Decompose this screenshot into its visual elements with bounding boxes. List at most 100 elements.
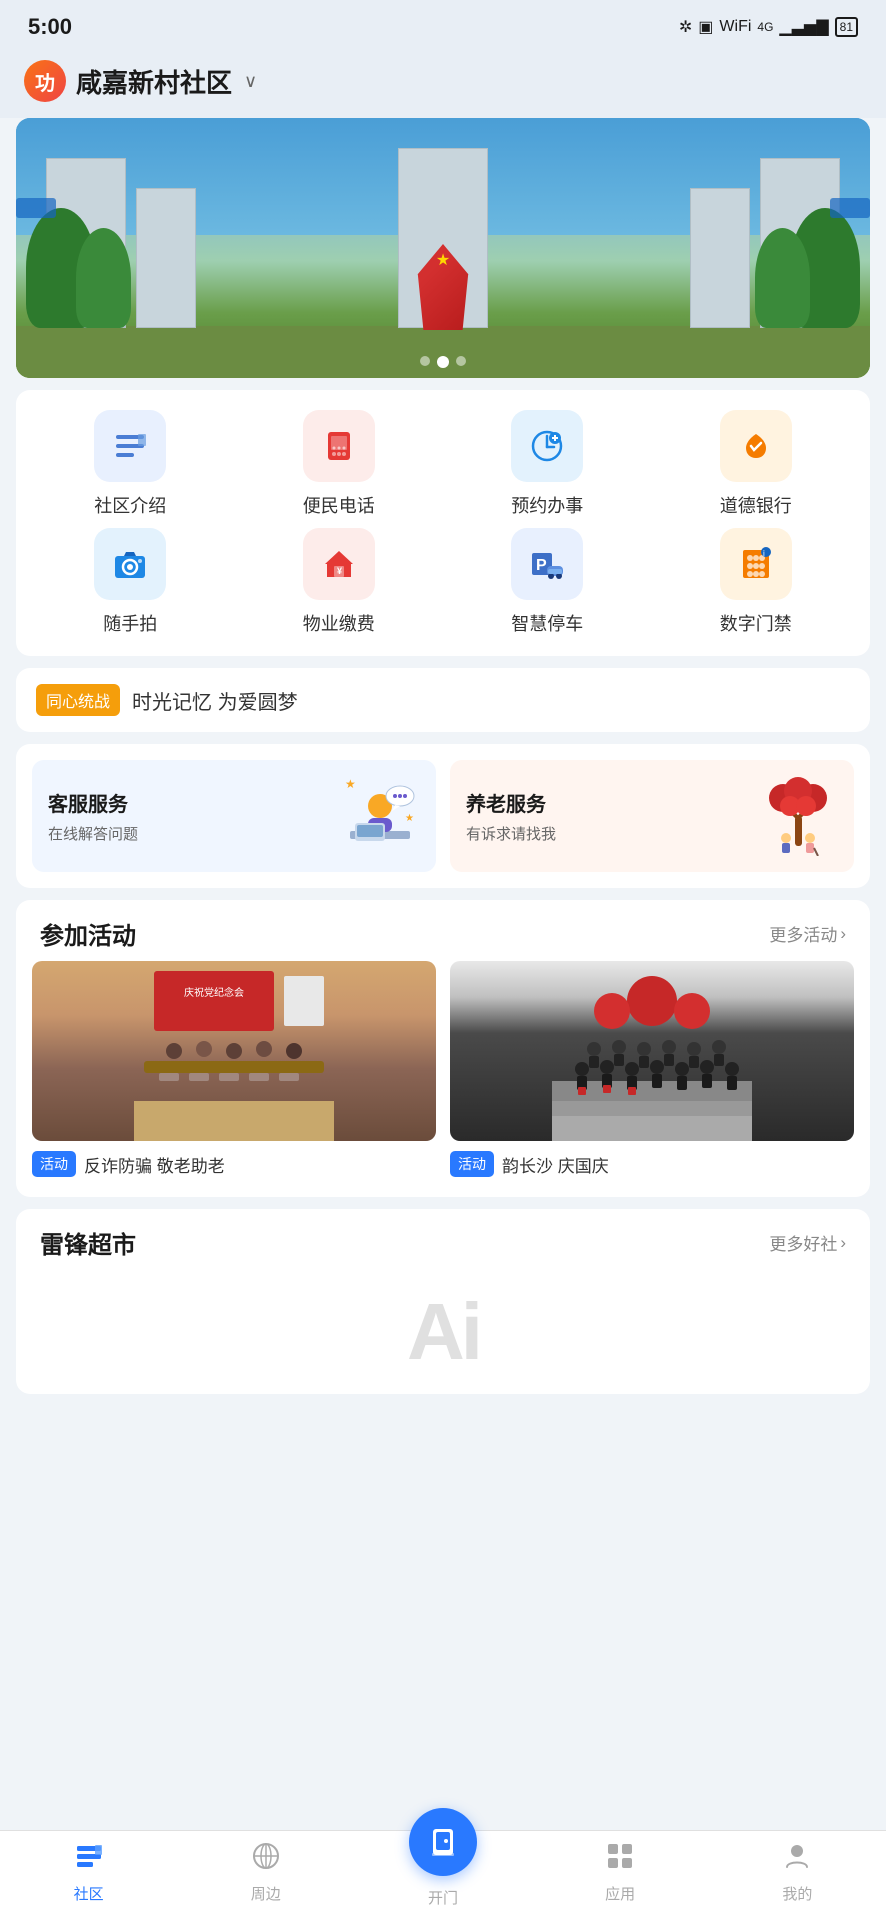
service-title-elderly: 养老服务 — [466, 788, 556, 817]
activity-image-1: 庆祝党纪念会 — [32, 961, 436, 1141]
grid-label-appointment: 预约办事 — [511, 492, 583, 518]
nav-item-open-door[interactable]: 开门 — [393, 1838, 493, 1908]
status-icons: ✲ ▣ WiFi 4G ▁▃▅▇ 81 — [679, 17, 858, 37]
profile-nav-icon — [782, 1841, 812, 1878]
grid-label-phone: 便民电话 — [303, 492, 375, 518]
grid-label-moral-bank: 道德银行 — [720, 492, 792, 518]
wifi-icon: WiFi — [719, 18, 751, 36]
app-logo: 功 — [24, 60, 66, 102]
activity-name-1: 反诈防骗 敬老助老 — [84, 1152, 225, 1177]
tag-badge: 同心统战 — [36, 684, 120, 716]
banner-carousel[interactable]: ★ — [16, 118, 870, 378]
signal-bars-icon: ▁▃▅▇ — [779, 17, 828, 37]
nav-item-nearby[interactable]: 周边 — [216, 1841, 316, 1904]
dot-2 — [437, 356, 449, 368]
chevron-right-icon: › — [840, 924, 846, 944]
super-section-header: 雷锋超市 更多好社 › — [16, 1209, 870, 1270]
svg-text:★: ★ — [405, 813, 414, 824]
apps-nav-icon — [605, 1841, 635, 1878]
tag-text: 时光记忆 为爱圆梦 — [132, 686, 298, 715]
activity-card-1[interactable]: 庆祝党纪念会 — [32, 961, 436, 1177]
grid-item-smart-parking[interactable]: P 智慧停车 — [497, 528, 597, 636]
grid-item-appointment[interactable]: 预约办事 — [497, 410, 597, 518]
network-icon: 4G — [757, 20, 773, 34]
activity-meta-2: 活动 韵长沙 庆国庆 — [450, 1151, 854, 1177]
grid-row-1: 社区介绍 便民电话 — [26, 410, 860, 518]
svg-text:庆祝党纪念会: 庆祝党纪念会 — [184, 986, 244, 999]
activity-badge-2: 活动 — [450, 1151, 494, 1177]
nav-item-profile[interactable]: 我的 — [747, 1841, 847, 1904]
activity-grid: 庆祝党纪念会 — [16, 961, 870, 1197]
open-door-button[interactable] — [409, 1808, 477, 1876]
grid-row-2: 随手拍 ¥ 物业缴费 P — [26, 528, 860, 636]
activity-meta-1: 活动 反诈防骗 敬老助老 — [32, 1151, 436, 1177]
ai-section: Ai — [16, 1270, 870, 1394]
activity-name-2: 韵长沙 庆国庆 — [502, 1152, 609, 1177]
grid-item-phone[interactable]: 便民电话 — [289, 410, 389, 518]
dot-3 — [456, 356, 466, 366]
service-img-elderly — [758, 776, 838, 856]
dot-1 — [420, 356, 430, 366]
smart-parking-icon: P — [511, 528, 583, 600]
service-section: 客服服务 在线解答问题 ★ ★ — [16, 744, 870, 888]
chevron-right-icon-2: › — [840, 1233, 846, 1253]
grid-label-digital-door: 数字门禁 — [720, 610, 792, 636]
activity-badge-1: 活动 — [32, 1151, 76, 1177]
svg-text:P: P — [536, 557, 547, 574]
property-fee-icon: ¥ — [303, 528, 375, 600]
nav-item-apps[interactable]: 应用 — [570, 1841, 670, 1904]
nearby-nav-icon — [251, 1841, 281, 1878]
grid-item-digital-door[interactable]: i 数字门禁 — [706, 528, 806, 636]
camera-icon — [94, 528, 166, 600]
digital-door-icon: i — [720, 528, 792, 600]
community-name: 咸嘉新村社区 — [76, 63, 232, 100]
tag-section: 同心统战 时光记忆 为爱圆梦 — [16, 668, 870, 732]
activities-title: 参加活动 — [40, 916, 136, 951]
service-title-customer: 客服服务 — [48, 788, 138, 817]
appointment-icon — [511, 410, 583, 482]
community-nav-icon — [74, 1841, 104, 1878]
grid-item-moral-bank[interactable]: 道德银行 — [706, 410, 806, 518]
service-sub-customer: 在线解答问题 — [48, 823, 138, 844]
activity-card-2[interactable]: 活动 韵长沙 庆国庆 — [450, 961, 854, 1177]
grid-item-community-intro[interactable]: 社区介绍 — [80, 410, 180, 518]
battery-icon: 81 — [835, 17, 858, 37]
grid-item-property-fee[interactable]: ¥ 物业缴费 — [289, 528, 389, 636]
nav-label-apps: 应用 — [605, 1883, 635, 1904]
bluetooth-icon: ✲ — [679, 17, 692, 37]
svg-text:¥: ¥ — [337, 566, 342, 576]
banner-image: ★ — [16, 118, 870, 378]
header: 功 咸嘉新村社区 ∨ — [0, 50, 886, 118]
service-card-elderly[interactable]: 养老服务 有诉求请找我 — [450, 760, 854, 872]
signal-icon: ▣ — [698, 17, 713, 37]
phone-icon — [303, 410, 375, 482]
moral-bank-icon — [720, 410, 792, 482]
grid-label-smart-parking: 智慧停车 — [511, 610, 583, 636]
svg-text:★: ★ — [345, 777, 356, 791]
activity-image-2 — [450, 961, 854, 1141]
activities-section: 参加活动 更多活动 › 庆祝党纪念会 — [0, 900, 886, 1197]
svg-text:i: i — [763, 549, 765, 558]
service-sub-elderly: 有诉求请找我 — [466, 823, 556, 844]
community-intro-icon — [94, 410, 166, 482]
activities-header: 参加活动 更多活动 › — [16, 900, 870, 961]
nav-item-community[interactable]: 社区 — [39, 1841, 139, 1904]
service-card-customer[interactable]: 客服服务 在线解答问题 ★ ★ — [32, 760, 436, 872]
super-title: 雷锋超市 — [40, 1225, 136, 1260]
status-time: 5:00 — [28, 14, 72, 40]
status-bar: 5:00 ✲ ▣ WiFi 4G ▁▃▅▇ 81 — [0, 0, 886, 50]
grid-label-property-fee: 物业缴费 — [303, 610, 375, 636]
service-grid: 社区介绍 便民电话 — [16, 390, 870, 656]
grid-item-photo[interactable]: 随手拍 — [80, 528, 180, 636]
bottom-nav: 社区 周边 开门 — [0, 1830, 886, 1920]
nav-label-community: 社区 — [74, 1883, 104, 1904]
nav-label-nearby: 周边 — [251, 1883, 281, 1904]
chevron-down-icon[interactable]: ∨ — [244, 71, 257, 92]
activities-more-button[interactable]: 更多活动 › — [769, 921, 846, 946]
ai-label: Ai — [407, 1286, 479, 1378]
nav-label-profile: 我的 — [782, 1883, 812, 1904]
banner-dots — [420, 356, 466, 368]
grid-label-community-intro: 社区介绍 — [94, 492, 166, 518]
super-more-button[interactable]: 更多好社 › — [769, 1230, 846, 1255]
nav-label-open-door: 开门 — [428, 1887, 458, 1908]
